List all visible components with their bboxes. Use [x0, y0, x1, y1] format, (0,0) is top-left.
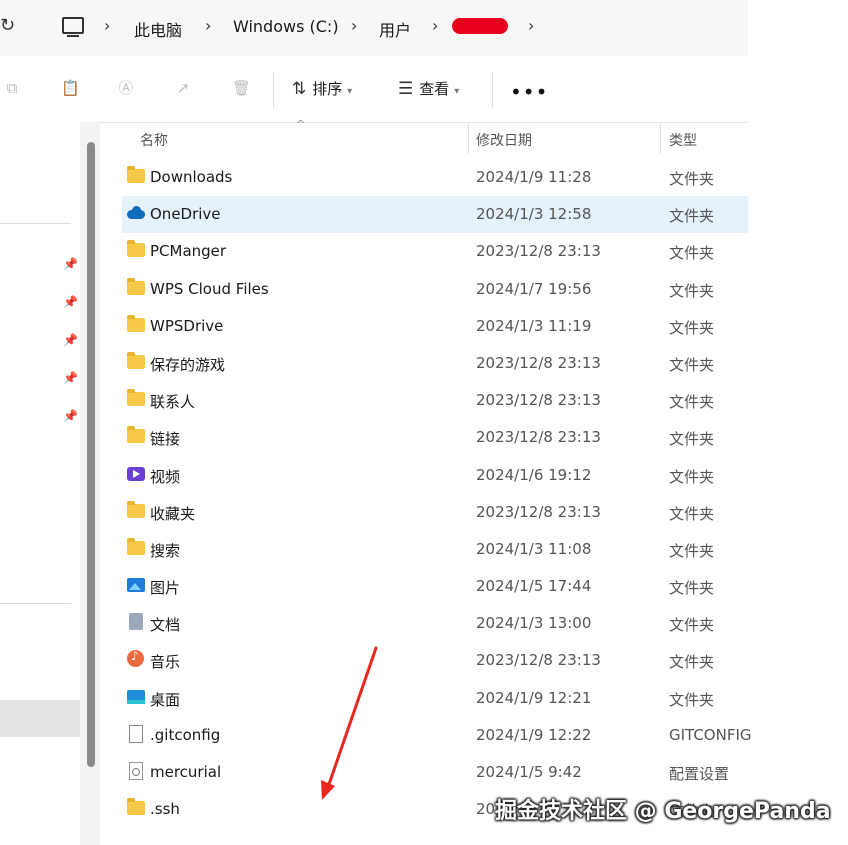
annotation-arrow: [321, 646, 378, 800]
watermark: 掘金技术社区 @ GeorgePanda: [495, 799, 831, 824]
